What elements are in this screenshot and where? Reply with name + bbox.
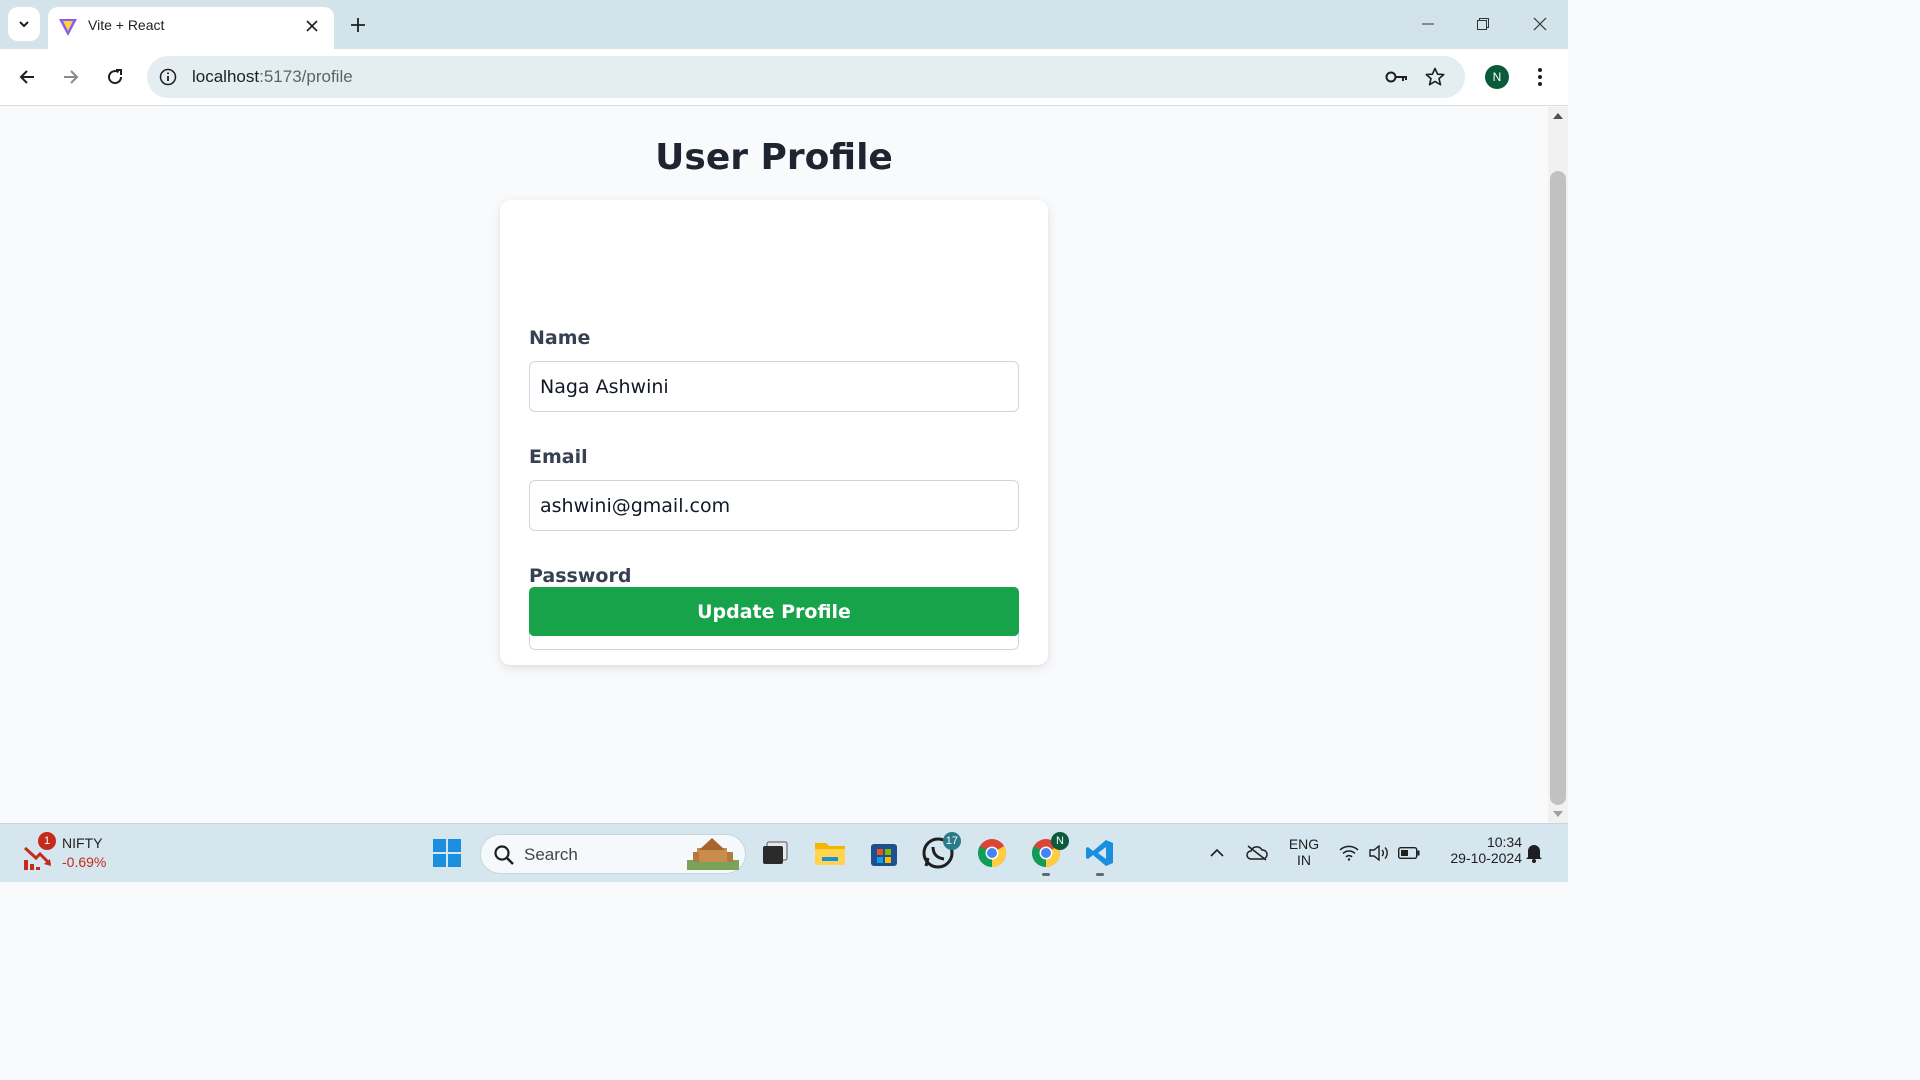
name-input[interactable] bbox=[529, 361, 1019, 412]
language-indicator[interactable]: ENG IN bbox=[1284, 836, 1324, 868]
taskbar-search-label: Search bbox=[524, 845, 578, 864]
url-text[interactable]: localhost:5173/profile bbox=[192, 67, 353, 87]
language-code: ENG bbox=[1288, 836, 1320, 852]
email-input[interactable] bbox=[529, 480, 1019, 531]
taskbar-file-explorer[interactable] bbox=[813, 836, 847, 870]
widget-badge: 1 bbox=[38, 832, 56, 850]
running-indicator bbox=[1042, 873, 1050, 876]
new-tab-button[interactable] bbox=[346, 13, 370, 37]
store-icon bbox=[871, 844, 897, 866]
volume-icon bbox=[1369, 845, 1388, 861]
site-info-button[interactable] bbox=[157, 66, 179, 88]
minimize-icon bbox=[1422, 23, 1434, 25]
running-indicator bbox=[1096, 873, 1104, 876]
taskbar-chrome[interactable] bbox=[975, 836, 1009, 870]
close-icon bbox=[306, 20, 318, 32]
restore-button[interactable] bbox=[1471, 12, 1495, 36]
scroll-thumb[interactable] bbox=[1550, 171, 1566, 805]
battery-icon bbox=[1398, 847, 1420, 859]
url-host: localhost bbox=[192, 67, 260, 86]
chevron-up-icon bbox=[1210, 848, 1224, 857]
address-bar[interactable]: localhost:5173/profile bbox=[147, 56, 1465, 98]
minimize-button[interactable] bbox=[1416, 12, 1440, 36]
back-icon bbox=[19, 70, 34, 84]
chrome-icon bbox=[978, 839, 1006, 867]
profile-avatar[interactable]: N bbox=[1485, 65, 1509, 89]
url-path: :5173/profile bbox=[259, 67, 353, 86]
star-icon bbox=[1425, 67, 1445, 86]
chrome-profile-badge: N bbox=[1051, 832, 1069, 850]
file-explorer-icon bbox=[815, 843, 845, 865]
scroll-up-arrow[interactable] bbox=[1553, 113, 1563, 119]
active-tab[interactable]: Vite + React bbox=[48, 7, 334, 49]
whatsapp-unread-badge: 17 bbox=[942, 832, 961, 850]
clock-date: 29-10-2024 bbox=[1450, 850, 1522, 866]
window-close-button[interactable] bbox=[1528, 12, 1552, 36]
onedrive-tray[interactable] bbox=[1240, 836, 1274, 870]
tab-search-icon bbox=[19, 21, 29, 28]
scroll-down-arrow[interactable] bbox=[1553, 811, 1563, 817]
plus-icon bbox=[351, 18, 365, 32]
key-icon bbox=[1385, 71, 1407, 83]
restore-icon bbox=[1477, 18, 1489, 30]
wifi-tray[interactable] bbox=[1336, 836, 1362, 870]
task-view-icon bbox=[763, 841, 788, 864]
page-viewport: User Profile Name Email Password Update … bbox=[0, 107, 1548, 823]
search-icon bbox=[494, 845, 514, 865]
password-label: Password bbox=[529, 565, 632, 587]
notification-button[interactable] bbox=[1520, 836, 1548, 870]
bookmark-button[interactable] bbox=[1423, 65, 1447, 89]
forward-icon bbox=[64, 70, 79, 84]
reload-icon bbox=[108, 69, 123, 85]
stock-widget[interactable]: 1 NIFTY -0.69% bbox=[22, 832, 132, 876]
clock[interactable]: 10:34 29-10-2024 bbox=[1432, 834, 1522, 866]
kebab-menu-icon bbox=[1538, 68, 1542, 86]
vite-logo-icon bbox=[59, 19, 77, 36]
tab-search-button[interactable] bbox=[8, 7, 40, 41]
battery-tray[interactable] bbox=[1396, 836, 1422, 870]
taskbar-vscode[interactable] bbox=[1083, 836, 1117, 876]
taskbar-search-box[interactable]: Search bbox=[480, 834, 746, 874]
region-code: IN bbox=[1297, 852, 1311, 868]
page-scrollbar[interactable] bbox=[1548, 107, 1568, 823]
profile-form-card: Name Email Password Update Profile bbox=[500, 200, 1048, 665]
wifi-icon bbox=[1339, 845, 1359, 861]
browser-tabstrip: Vite + React bbox=[0, 0, 1568, 49]
name-label: Name bbox=[529, 327, 591, 349]
windows-start-icon bbox=[433, 839, 461, 867]
start-button[interactable] bbox=[430, 836, 464, 870]
clock-time: 10:34 bbox=[1486, 834, 1522, 850]
password-manager-button[interactable] bbox=[1385, 65, 1409, 89]
taskbar-chrome-profile[interactable]: N bbox=[1029, 832, 1069, 876]
email-label: Email bbox=[529, 446, 588, 468]
volume-tray[interactable] bbox=[1366, 836, 1392, 870]
taskbar-task-view[interactable] bbox=[758, 836, 792, 870]
info-icon bbox=[159, 68, 177, 86]
forward-button[interactable] bbox=[57, 63, 85, 91]
taskbar-store[interactable] bbox=[867, 836, 901, 870]
reload-button[interactable] bbox=[101, 63, 129, 91]
widget-change: -0.69% bbox=[62, 854, 107, 870]
update-profile-button[interactable]: Update Profile bbox=[529, 587, 1019, 636]
widget-name: NIFTY bbox=[62, 835, 103, 851]
taskbar-whatsapp[interactable]: 17 bbox=[921, 832, 961, 870]
back-button[interactable] bbox=[13, 63, 41, 91]
tray-overflow-button[interactable] bbox=[1200, 836, 1234, 870]
vscode-icon bbox=[1086, 840, 1113, 866]
page-title: User Profile bbox=[655, 137, 893, 178]
browser-menu-button[interactable] bbox=[1528, 65, 1552, 89]
windows-taskbar: 1 NIFTY -0.69% Search 17 N ENG IN 10:34 … bbox=[0, 823, 1568, 882]
cloud-offline-icon bbox=[1246, 845, 1268, 861]
bell-icon bbox=[1526, 845, 1542, 863]
tab-title: Vite + React bbox=[88, 17, 165, 33]
tab-close-button[interactable] bbox=[302, 16, 322, 36]
close-icon bbox=[1533, 17, 1547, 31]
browser-toolbar: localhost:5173/profile N bbox=[0, 49, 1568, 106]
search-highlight-art-icon bbox=[687, 838, 739, 870]
